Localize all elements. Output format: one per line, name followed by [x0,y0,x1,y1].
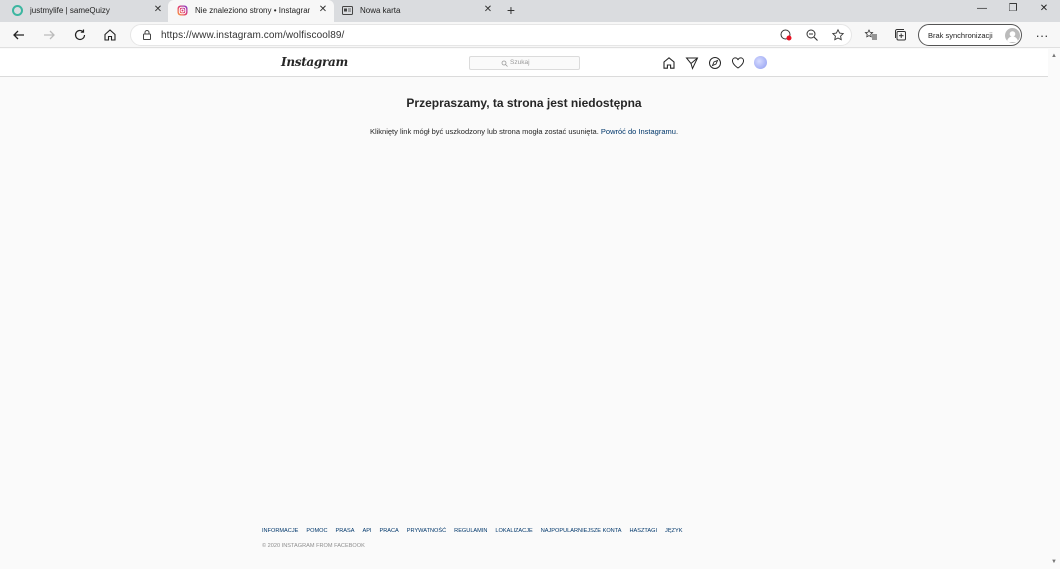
restore-window-icon[interactable]: ❐ [1005,2,1021,16]
new-tab-plus-icon[interactable]: + [504,3,518,17]
scroll-down-arrow-icon[interactable]: ▼ [1051,559,1057,565]
footer-link-regulamin[interactable]: Regulamin [454,528,487,534]
new-tab-page-icon [342,6,353,15]
instagram-header: Instagram Szukaj [0,49,1048,77]
footer-link-api[interactable]: API [362,528,371,534]
profile-avatar-icon [1005,28,1020,43]
tab-samequizy[interactable]: justmylife | sameQuizy ✕ [0,0,168,22]
tab-title: Nowa karta [360,6,401,15]
lock-icon[interactable] [141,29,153,41]
search-input[interactable]: Szukaj [469,56,580,70]
footer-links: Informacje Pomoc Prasa API Praca Prywatn… [262,528,682,534]
search-icon [501,60,508,67]
page-title: Przepraszamy, ta strona jest niedostępna [406,96,642,110]
copyright: © 2020 Instagram from Facebook [262,543,365,549]
collections-icon[interactable] [892,26,910,44]
instagram-favicon-icon [177,5,188,16]
close-tab-icon[interactable]: ✕ [152,4,164,16]
explore-icon[interactable] [708,56,722,70]
home-icon[interactable] [662,56,676,70]
error-message-text: Kliknięty link mógł być uszkodzony lub s… [369,127,599,136]
footer-link-praca[interactable]: Praca [380,528,399,534]
close-window-icon[interactable]: ✕ [1036,2,1052,16]
browser-toolbar: https://www.instagram.com/wolfiscool89/ … [0,22,1060,48]
tab-title: justmylife | sameQuizy [30,6,110,15]
scroll-up-arrow-icon[interactable]: ▲ [1051,53,1057,59]
sync-label: Brak synchronizacji [928,31,993,40]
vertical-scrollbar[interactable] [1048,49,1060,569]
footer-link-jezyk[interactable]: Język [665,528,682,534]
samequizy-favicon-icon [12,5,23,16]
zoom-out-icon[interactable] [803,26,821,44]
home-icon[interactable] [101,26,119,44]
address-bar[interactable]: https://www.instagram.com/wolfiscool89/ [130,24,852,46]
profile-avatar[interactable] [754,56,767,69]
footer-link-hasztagi[interactable]: Hasztagi [629,528,657,534]
instagram-logo[interactable]: Instagram [281,55,348,69]
refresh-icon[interactable] [71,26,89,44]
error-message-suffix: . [675,127,679,136]
error-message: Kliknięty link mógł być uszkodzony lub s… [0,127,1048,136]
forward-icon[interactable] [40,26,58,44]
favorite-star-icon[interactable] [829,26,847,44]
back-to-instagram-link[interactable]: Powróć do Instagramu [601,127,676,136]
favorites-list-icon[interactable] [862,26,880,44]
footer-link-najpopularniejsze-konta[interactable]: Najpopularniejsze konta [541,528,622,534]
footer-link-pomoc[interactable]: Pomoc [306,528,327,534]
tab-new-tab[interactable]: Nowa karta ✕ [334,0,500,22]
tab-title: Nie znaleziono strony • Instagram [195,6,310,15]
footer-link-informacje[interactable]: Informacje [262,528,298,534]
tab-instagram[interactable]: Nie znaleziono strony • Instagram ✕ [168,0,334,22]
search-placeholder: Szukaj [510,59,530,66]
activity-heart-icon[interactable] [731,56,745,70]
tracking-prevention-icon[interactable] [777,26,795,44]
back-icon[interactable] [10,26,28,44]
minimize-window-icon[interactable]: — [974,2,990,16]
browser-tab-strip: justmylife | sameQuizy ✕ Nie znaleziono … [0,0,1060,22]
direct-icon[interactable] [685,56,699,70]
footer-link-lokalizacje[interactable]: Lokalizacje [495,528,532,534]
more-icon[interactable]: ··· [1033,26,1051,44]
close-tab-icon[interactable]: ✕ [482,4,494,16]
close-tab-icon[interactable]: ✕ [317,4,329,16]
sync-profile-button[interactable]: Brak synchronizacji [918,24,1022,46]
address-url[interactable]: https://www.instagram.com/wolfiscool89/ [161,30,344,41]
footer-link-prywatnosc[interactable]: Prywatność [407,528,446,534]
footer-link-prasa[interactable]: Prasa [336,528,355,534]
